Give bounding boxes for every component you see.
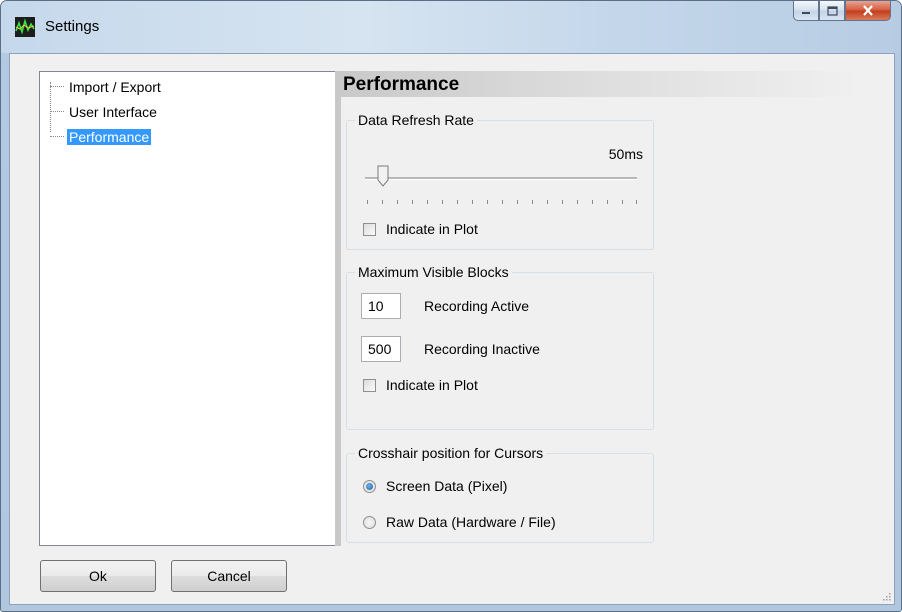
maximize-icon [826,5,838,16]
settings-window: Settings Import / Export User Interface … [0,0,902,612]
resize-grip-icon[interactable] [881,591,891,601]
tree-item-user-interface[interactable]: User Interface [50,103,159,121]
crosshair-group: Crosshair position for Cursors Screen Da… [346,445,654,543]
panel-splitter[interactable] [335,71,341,546]
close-button[interactable] [845,1,891,21]
checkbox-box[interactable] [363,222,376,236]
tree-connector [50,86,64,88]
tree-connector [50,111,64,113]
checkbox-label: Indicate in Plot [386,377,478,393]
settings-tree[interactable]: Import / Export User Interface Performan… [39,71,336,546]
minimize-button[interactable] [793,1,819,21]
slider-ticks [367,200,637,205]
recording-inactive-label: Recording Inactive [424,341,540,357]
group-title: Maximum Visible Blocks [355,264,512,280]
window-title: Settings [45,18,100,35]
refresh-rate-group: Data Refresh Rate 50ms Indicate in Plot [346,112,654,250]
group-title: Crosshair position for Cursors [355,445,547,461]
radio-screen-data[interactable]: Screen Data (Pixel) [363,478,507,494]
radio-dot[interactable] [363,479,376,493]
section-title: Performance [343,74,460,95]
radio-label: Raw Data (Hardware / File) [386,514,556,530]
section-header: Performance [341,71,861,97]
refresh-rate-slider-track[interactable] [365,177,637,180]
recording-active-label: Recording Active [424,298,530,314]
dialog-client-area: Import / Export User Interface Performan… [9,53,895,605]
blocks-indicate-checkbox[interactable]: Indicate in Plot [363,377,478,393]
tree-item-label: User Interface [69,104,157,120]
cancel-button[interactable]: Cancel [171,560,287,592]
close-icon [863,5,873,16]
tree-item-label: Import / Export [69,79,161,95]
checkbox-label: Indicate in Plot [386,221,478,237]
tree-item-import-export[interactable]: Import / Export [50,78,163,96]
ok-button[interactable]: Ok [40,560,156,592]
waveform-icon [15,17,35,37]
group-title: Data Refresh Rate [355,112,477,128]
minimize-icon [802,11,810,14]
refresh-rate-value: 50ms [608,146,643,162]
visible-blocks-group: Maximum Visible Blocks 10 Recording Acti… [346,264,654,430]
checkbox-box[interactable] [363,378,376,392]
radio-raw-data[interactable]: Raw Data (Hardware / File) [363,514,556,530]
tree-connector [50,136,64,138]
tree-item-performance[interactable]: Performance [50,128,152,146]
title-bar[interactable]: Settings [1,1,901,53]
recording-active-input[interactable]: 10 [361,293,401,319]
tree-item-label: Performance [67,129,152,145]
recording-inactive-input[interactable]: 500 [361,336,401,362]
refresh-rate-slider-thumb[interactable] [377,165,389,187]
maximize-button[interactable] [819,1,845,21]
refresh-indicate-checkbox[interactable]: Indicate in Plot [363,221,478,237]
radio-label: Screen Data (Pixel) [386,478,508,494]
radio-dot[interactable] [363,515,376,529]
caption-buttons [793,1,891,27]
